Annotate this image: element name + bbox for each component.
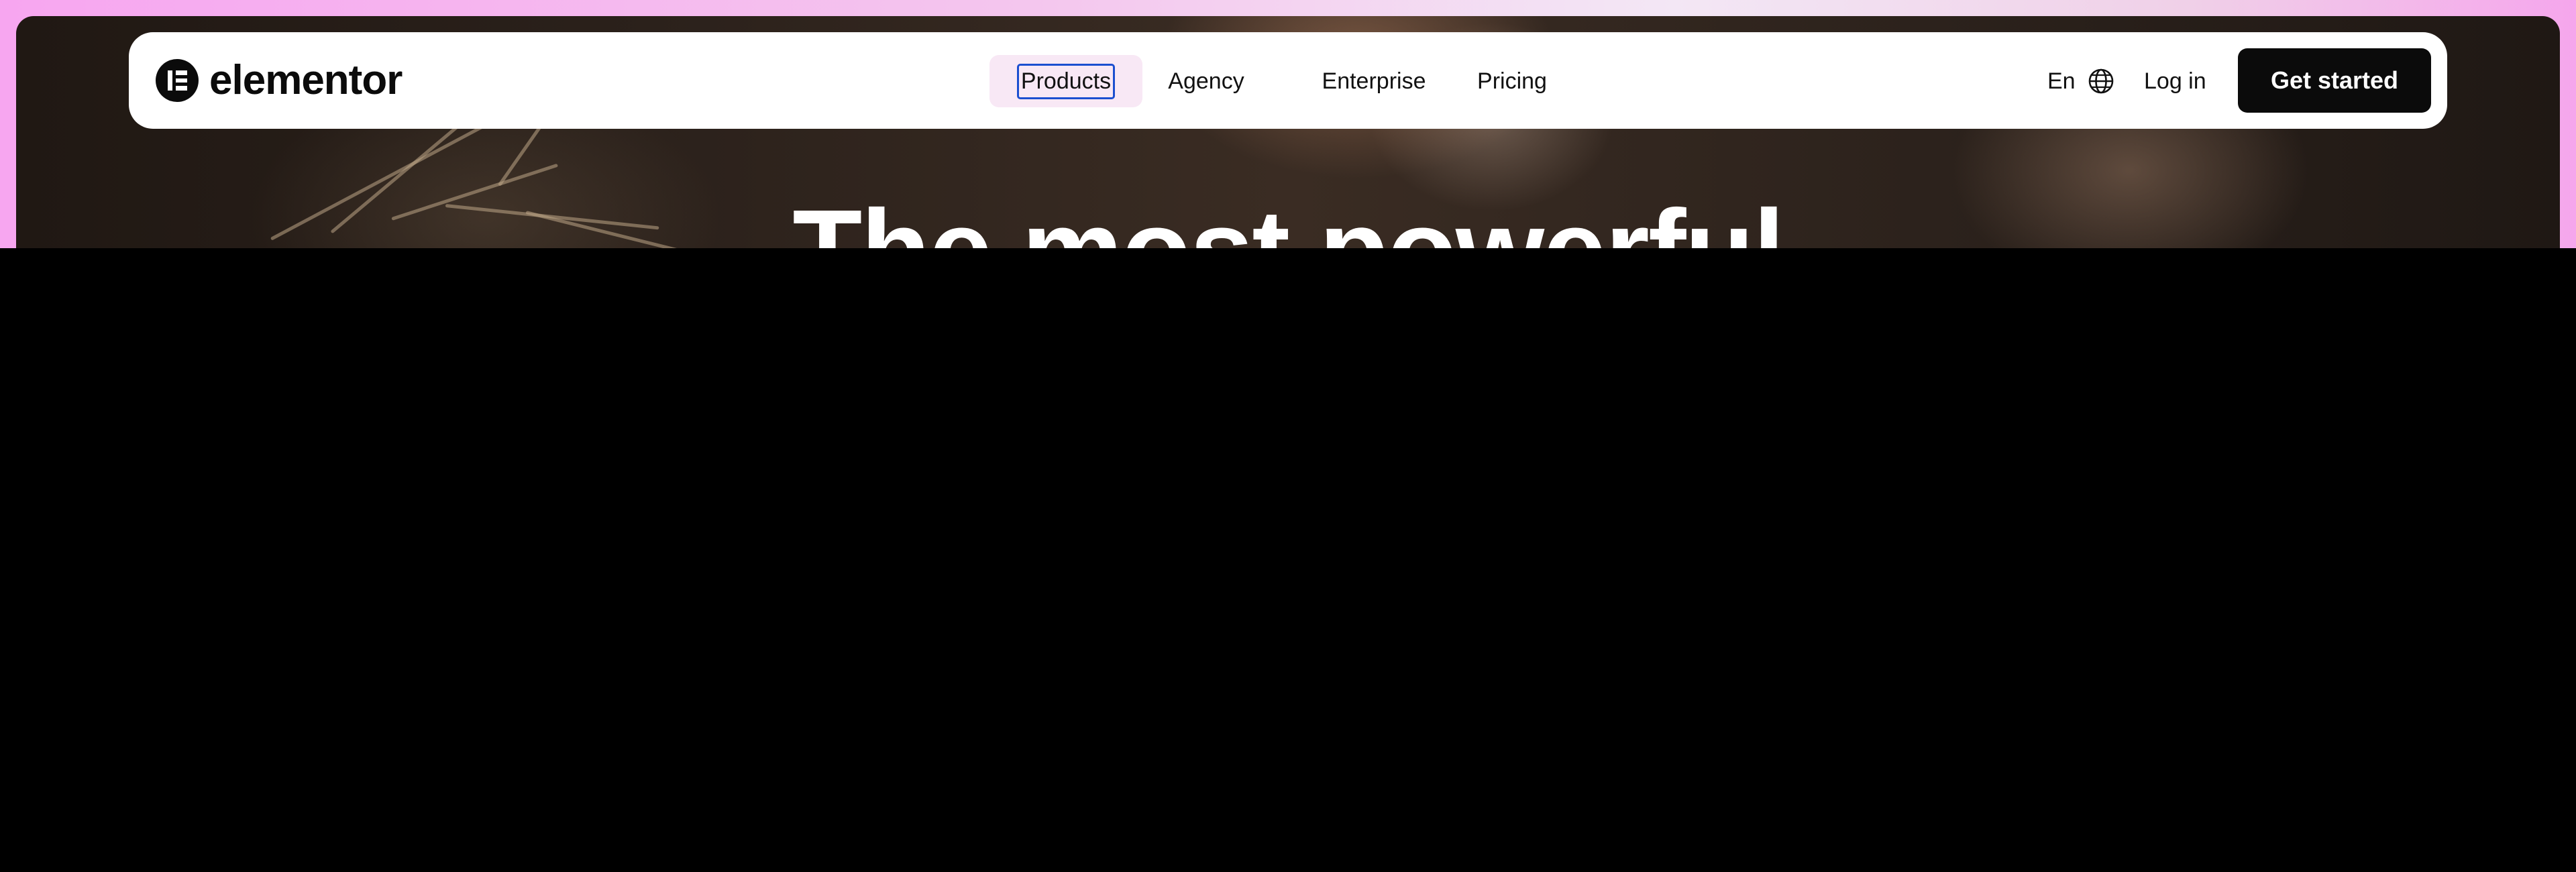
nav-item-agency[interactable]: Agency xyxy=(1159,55,1253,107)
nav-item-enterprise[interactable]: Enterprise xyxy=(1303,55,1445,107)
get-started-button[interactable]: Get started xyxy=(2238,48,2431,113)
nav-item-label: Enterprise xyxy=(1322,68,1426,94)
nav-item-pricing[interactable]: Pricing xyxy=(1465,55,1559,107)
nav-item-label: Agency xyxy=(1168,68,1244,94)
nav-item-label: Pricing xyxy=(1477,68,1547,94)
language-selector[interactable]: En xyxy=(2047,55,2114,107)
language-label: En xyxy=(2047,68,2076,94)
hero-headline: The most powerful xyxy=(16,193,2560,248)
nav-item-label: Products xyxy=(1016,63,1116,99)
nav-item-products[interactable]: Products xyxy=(989,55,1142,107)
brand-name: elementor xyxy=(209,57,402,103)
login-link[interactable]: Log in xyxy=(2144,55,2206,107)
top-navigation-bar: elementor Products Agency Enterprise Pri… xyxy=(129,32,2447,129)
elementor-logo-icon xyxy=(156,59,199,102)
globe-icon xyxy=(2088,68,2113,94)
brand-logo[interactable]: elementor xyxy=(156,58,402,103)
unrendered-area xyxy=(0,248,2576,872)
